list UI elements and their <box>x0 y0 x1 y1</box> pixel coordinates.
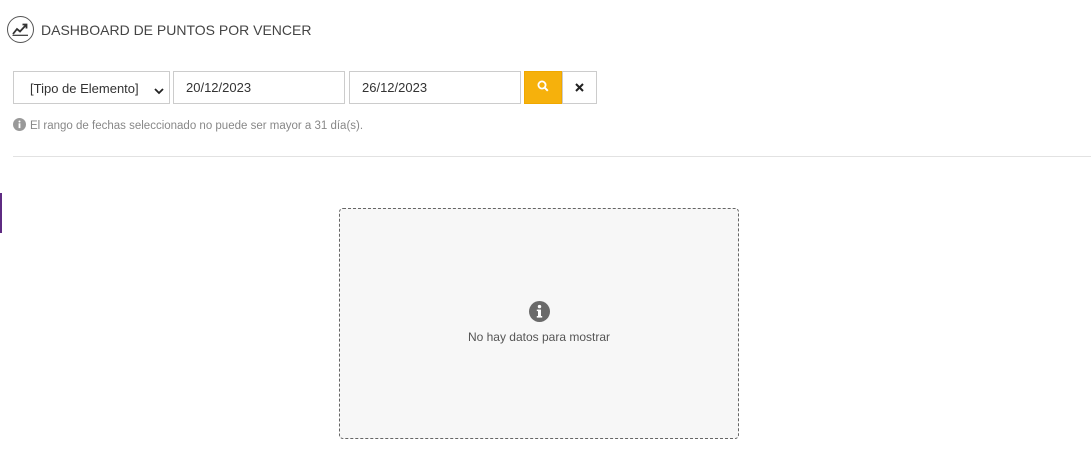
date-range-hint: El rango de fechas seleccionado no puede… <box>13 118 363 134</box>
chevron-down-icon <box>154 83 164 98</box>
clear-button[interactable] <box>562 71 597 104</box>
search-icon <box>537 79 549 97</box>
empty-state-panel: No hay datos para mostrar <box>339 208 739 439</box>
page-header: DASHBOARD DE PUNTOS POR VENCER <box>7 16 311 43</box>
section-divider <box>13 156 1091 157</box>
info-circle-icon <box>529 301 550 327</box>
date-range-hint-text: El rango de fechas seleccionado no puede… <box>30 120 364 132</box>
end-date-input[interactable] <box>349 71 521 104</box>
element-type-select[interactable]: [Tipo de Elemento] <box>13 71 170 104</box>
search-button[interactable] <box>524 71 562 104</box>
line-chart-icon <box>7 16 34 43</box>
page-title: DASHBOARD DE PUNTOS POR VENCER <box>41 21 312 38</box>
info-circle-icon <box>13 118 26 134</box>
empty-state-message: No hay datos para mostrar <box>467 330 611 344</box>
close-icon <box>575 79 584 97</box>
element-type-selected-value: [Tipo de Elemento] <box>30 81 139 96</box>
side-accent-bar <box>0 193 2 233</box>
start-date-input[interactable] <box>173 71 345 104</box>
